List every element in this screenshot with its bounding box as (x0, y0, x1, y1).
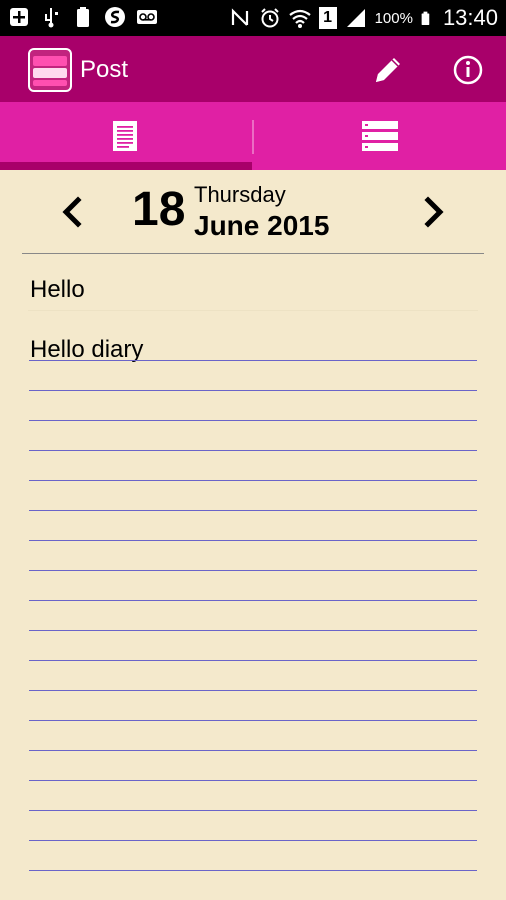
ruled-line (29, 360, 477, 361)
ruled-line (29, 840, 477, 841)
date-weekday: Thursday (194, 182, 286, 207)
alarm-icon (260, 8, 279, 28)
app-bar: Post (0, 36, 506, 102)
status-icons-left (8, 6, 158, 28)
date-month-year: June 2015 (194, 210, 330, 241)
ruled-line (29, 600, 477, 601)
ruled-line (29, 870, 477, 871)
sim-icon: 1 (318, 7, 337, 29)
battery-icon (421, 11, 430, 25)
info-icon[interactable] (448, 50, 488, 90)
voicemail-icon (137, 10, 157, 24)
tab-list[interactable] (254, 102, 506, 170)
document-icon (113, 121, 137, 151)
ruled-line (29, 480, 477, 481)
ruled-line (29, 720, 477, 721)
chevron-left-icon[interactable] (54, 192, 94, 232)
app-title: Post (80, 56, 129, 83)
date-navigator: 18 Thursday June 2015 (0, 170, 506, 254)
date-divider (22, 253, 484, 254)
ruled-line (29, 780, 477, 781)
ruled-line (29, 750, 477, 751)
diary-logo-icon (28, 48, 72, 92)
add-box-icon (10, 8, 28, 26)
ruled-line (29, 630, 477, 631)
ruled-line (29, 390, 477, 391)
selected-tab-indicator (0, 162, 252, 170)
battery-100-icon (77, 7, 89, 27)
nfc-icon (231, 8, 248, 26)
chevron-right-icon[interactable] (412, 192, 452, 232)
tab-entry[interactable] (0, 102, 252, 170)
list-icon (362, 121, 398, 151)
sim-label: 1 (323, 9, 333, 26)
ruled-line (29, 570, 477, 571)
s-logo-icon (105, 7, 125, 27)
ruled-line (29, 450, 477, 451)
status-icons-right: 1 100% 13:40 (229, 5, 498, 31)
ruled-line (29, 540, 477, 541)
title-divider (28, 310, 478, 311)
battery-percent: 100% (374, 9, 413, 27)
usb-icon (45, 8, 58, 28)
wifi-icon (288, 9, 311, 28)
status-bar: 1 100% 13:40 (0, 0, 506, 36)
ruled-line (29, 690, 477, 691)
clock: 13:40 (442, 5, 498, 30)
ruled-line (29, 810, 477, 811)
signal-icon (346, 9, 365, 27)
edit-icon[interactable] (368, 50, 408, 90)
tab-bar (0, 102, 506, 170)
ruled-line (29, 510, 477, 511)
ruled-line (29, 420, 477, 421)
ruled-line (29, 660, 477, 661)
date-day: 18 (132, 183, 186, 236)
entry-title[interactable]: Hello (30, 276, 85, 304)
